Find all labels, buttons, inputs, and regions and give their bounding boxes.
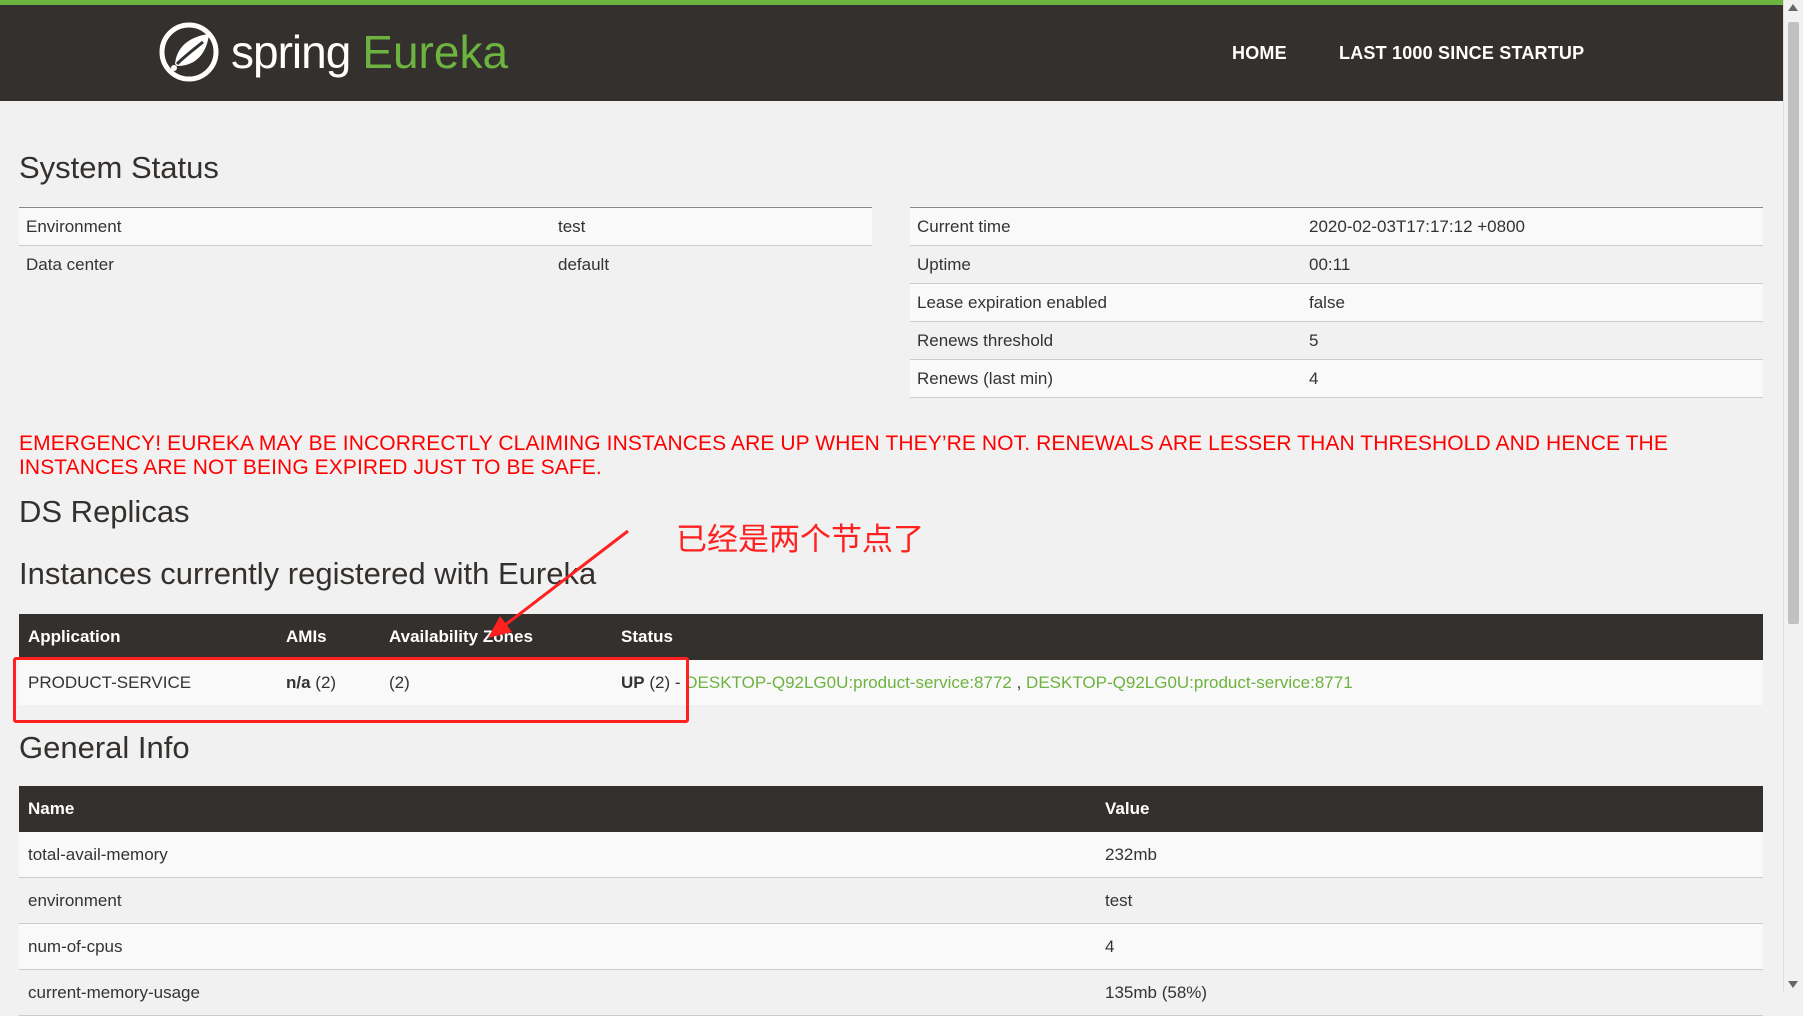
brand-eureka-text: Eureka [362, 26, 509, 78]
col-application: Application [19, 614, 277, 660]
row-value: 5 [1302, 321, 1763, 360]
col-status: Status [612, 614, 1763, 660]
system-status-left-table: Environment test Data center default [19, 207, 872, 283]
table-row: num-of-cpus 4 [19, 923, 1763, 970]
system-status-heading: System Status [19, 150, 219, 185]
info-value: 4 [1096, 923, 1763, 970]
general-info-heading: General Info [19, 730, 190, 765]
table-row: Current time 2020-02-03T17:17:12 +0800 [910, 207, 1763, 246]
info-name: total-avail-memory [19, 832, 1096, 878]
brand-spring-text: spring [231, 26, 351, 78]
col-amis: AMIs [277, 614, 380, 660]
info-value: 135mb (58%) [1096, 969, 1763, 1016]
table-row: current-memory-usage 135mb (58%) [19, 969, 1763, 1016]
scroll-up-arrow-icon[interactable] [1788, 4, 1798, 11]
annotation-highlight-box [13, 657, 689, 723]
scroll-down-arrow-icon[interactable] [1788, 981, 1798, 988]
instance-link-8771[interactable]: DESKTOP-Q92LG0U:product-service:8771 [1026, 673, 1353, 692]
info-name: environment [19, 877, 1096, 924]
nav-last-1000-link[interactable]: LAST 1000 SINCE STARTUP [1339, 43, 1584, 64]
instances-heading: Instances currently registered with Eure… [19, 556, 597, 591]
info-value: 232mb [1096, 832, 1763, 878]
info-value: test [1096, 877, 1763, 924]
col-availability-zones: Availability Zones [380, 614, 612, 660]
row-key: Environment [19, 207, 551, 246]
instance-link-8772[interactable]: DESKTOP-Q92LG0U:product-service:8772 [685, 673, 1012, 692]
row-value: default [551, 245, 872, 283]
row-value: 4 [1302, 359, 1763, 398]
row-key: Data center [19, 245, 551, 283]
row-key: Uptime [910, 245, 1302, 284]
table-row: Lease expiration enabled false [910, 283, 1763, 322]
col-name: Name [19, 786, 1096, 832]
table-row: Data center default [19, 245, 872, 283]
general-info-table: Name Value total-avail-memory 232mb envi… [19, 786, 1763, 1016]
row-key: Current time [910, 207, 1302, 246]
annotation-text: 已经是两个节点了 [676, 522, 924, 557]
table-row: environment test [19, 877, 1763, 924]
row-key: Lease expiration enabled [910, 283, 1302, 322]
table-header-row: Name Value [19, 786, 1763, 832]
scrollbar-thumb[interactable] [1788, 22, 1799, 624]
row-value: 00:11 [1302, 245, 1763, 284]
table-row: total-avail-memory 232mb [19, 832, 1763, 878]
row-value: 2020-02-03T17:17:12 +0800 [1302, 207, 1763, 246]
table-row: Uptime 00:11 [910, 245, 1763, 284]
system-status-right-table: Current time 2020-02-03T17:17:12 +0800 U… [910, 207, 1763, 398]
vertical-scrollbar[interactable] [1783, 0, 1803, 992]
row-key: Renews threshold [910, 321, 1302, 360]
col-value: Value [1096, 786, 1763, 832]
row-value: false [1302, 283, 1763, 322]
nav-home-link[interactable]: HOME [1232, 43, 1287, 64]
row-value: test [551, 207, 872, 246]
ds-replicas-heading: DS Replicas [19, 494, 190, 529]
table-row: Renews (last min) 4 [910, 359, 1763, 398]
info-name: current-memory-usage [19, 969, 1096, 1016]
link-separator: , [1011, 672, 1027, 692]
row-key: Renews (last min) [910, 359, 1302, 398]
table-row: Environment test [19, 207, 872, 246]
spring-eureka-logo[interactable]: spring Eureka [159, 20, 508, 84]
navbar: spring Eureka HOME LAST 1000 SINCE START… [0, 5, 1784, 101]
table-header-row: Application AMIs Availability Zones Stat… [19, 614, 1763, 660]
info-name: num-of-cpus [19, 923, 1096, 970]
status-cell: UP (2) - DESKTOP-Q92LG0U:product-service… [612, 660, 1763, 705]
spring-leaf-icon [159, 22, 219, 82]
emergency-warning: EMERGENCY! EUREKA MAY BE INCORRECTLY CLA… [19, 432, 1668, 479]
table-row: Renews threshold 5 [910, 321, 1763, 360]
